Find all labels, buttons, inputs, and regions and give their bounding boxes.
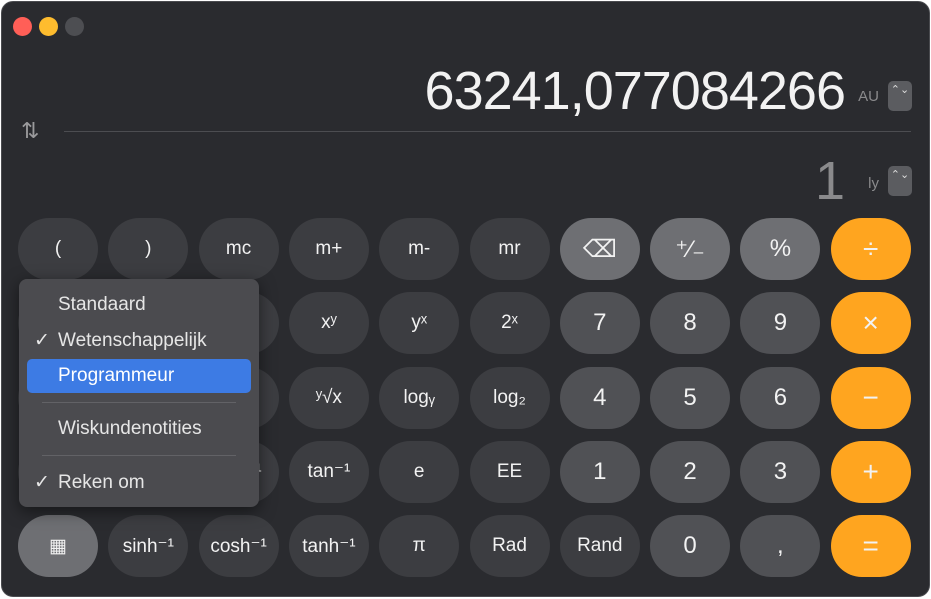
subtract-button[interactable]: − [830,366,911,429]
zoom-button-disabled [65,17,84,36]
key-6-button[interactable]: 6 [740,366,821,429]
key-Rad-button[interactable]: Rad [469,515,550,578]
key-log₂-button[interactable]: log₂ [469,366,550,429]
key-EE-button[interactable]: EE [469,440,550,503]
close-button[interactable] [13,17,32,36]
key-logᵧ-button[interactable]: logᵧ [379,366,460,429]
secondary-display: 1 [814,151,845,211]
multiply-button[interactable]: × [830,292,911,355]
backspace-button[interactable]: ⌫ [559,218,640,280]
key-cosh⁻¹-button[interactable]: cosh⁻¹ [198,515,279,578]
menu-item-wetenschappelijk[interactable]: ✓ Wetenschappelijk [27,324,251,358]
menu-item-wiskundenotities[interactable]: Wiskundenotities [27,412,251,446]
key-tan⁻¹-button[interactable]: tan⁻¹ [288,440,369,503]
key-5-button[interactable]: 5 [650,366,731,429]
mode-menu: Standaard ✓ Wetenschappelijk Programmeur Wis… [19,279,259,507]
key-tanh⁻¹-button[interactable]: tanh⁻¹ [288,515,369,578]
key-2ˣ-button[interactable]: 2ˣ [469,292,550,355]
key-ʸ√x-button[interactable]: ʸ√x [288,366,369,429]
key-%-button[interactable]: % [740,218,821,280]
key-4-button[interactable]: 4 [559,366,640,429]
key-m--button[interactable]: m- [379,218,460,280]
key-mr-button[interactable]: mr [469,218,550,280]
calculator-window: 63241,077084266 AU ⌃⌄ ⇅ 1 ly ⌃⌄ () mc m+ m-… [1,1,930,597]
primary-unit-stepper[interactable]: ⌃⌄ [888,81,912,111]
primary-unit-label: AU [858,88,879,105]
secondary-unit-label: ly [868,175,879,192]
key-(-button[interactable]: ( [18,218,98,280]
key-9-button[interactable]: 9 [740,292,821,355]
key-Rand-button[interactable]: Rand [559,515,640,578]
checkmark-icon: ✓ [34,472,50,493]
swap-units-icon[interactable]: ⇅ [21,118,39,144]
key-π-button[interactable]: π [379,515,460,578]
key-0-button[interactable]: 0 [650,515,731,578]
checkmark-icon: ✓ [34,330,50,351]
key-8-button[interactable]: 8 [650,292,731,355]
menu-item-label: Wetenschappelijk [58,330,207,351]
calculator-mode-button[interactable]: ▦ [18,515,98,578]
menu-item-label: Programmeur [58,365,175,386]
key-e-button[interactable]: e [379,440,460,503]
minimize-button[interactable] [39,17,58,36]
secondary-unit-stepper[interactable]: ⌃⌄ [888,166,912,196]
key-sinh⁻¹-button[interactable]: sinh⁻¹ [108,515,189,578]
menu-item-label: Reken om [58,472,145,493]
equals-button[interactable]: = [830,515,911,578]
menu-item-label: Standaard [58,294,146,315]
divide-button[interactable]: ÷ [830,218,911,280]
key-yˣ-button[interactable]: yˣ [379,292,460,355]
key-)-button[interactable]: ) [108,218,189,280]
key-7-button[interactable]: 7 [559,292,640,355]
menu-separator [42,402,236,403]
menu-item-standaard[interactable]: Standaard [27,288,251,322]
key-1-button[interactable]: 1 [559,440,640,503]
primary-display: 63241,077084266 [424,61,846,121]
key-2-button[interactable]: 2 [650,440,731,503]
key-xʸ-button[interactable]: xʸ [288,292,369,355]
key-3-button[interactable]: 3 [740,440,821,503]
key-m+-button[interactable]: m+ [288,218,369,280]
menu-item-reken-om[interactable]: ✓ Reken om [27,466,251,500]
decimal-button[interactable]: , [740,515,821,578]
menu-separator [42,455,236,456]
plus-minus-button[interactable]: ⁺∕₋ [650,218,731,280]
divider [64,131,911,132]
menu-item-programmeur[interactable]: Programmeur [27,359,251,393]
add-button[interactable]: + [830,440,911,503]
key-mc-button[interactable]: mc [198,218,279,280]
menu-item-label: Wiskundenotities [58,418,202,439]
